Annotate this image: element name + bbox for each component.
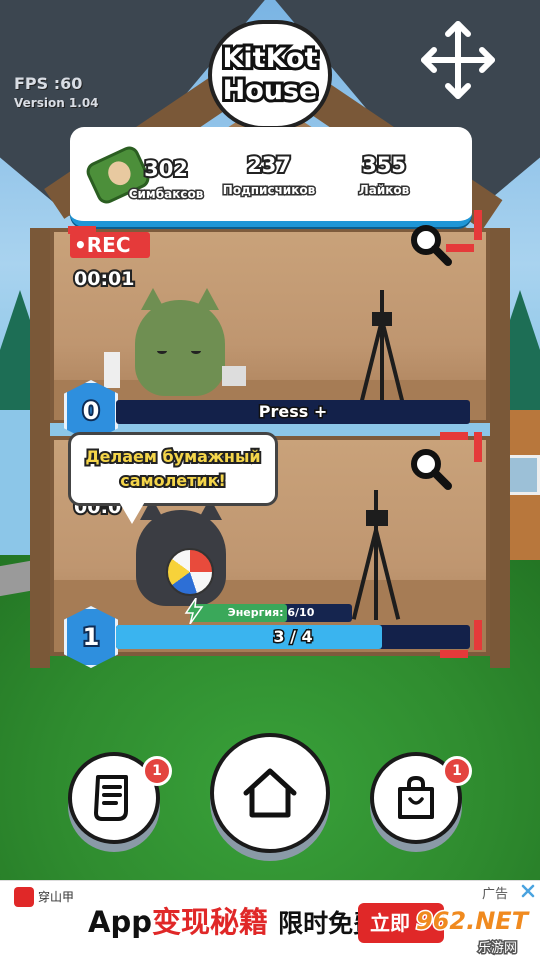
- speech-bubble-tail: [118, 500, 146, 524]
- energy-bar: Энергия: 6/10: [190, 604, 352, 622]
- lightning-icon: [184, 597, 204, 625]
- tripod-top: [359, 290, 405, 402]
- home-button[interactable]: [210, 733, 330, 853]
- subscribers-label: Подписчиков: [221, 182, 316, 199]
- tasks-badge: 1: [142, 756, 172, 786]
- room-progress-bar[interactable]: 3 / 4: [116, 625, 470, 649]
- paper-sheet: [104, 352, 120, 388]
- frame-corner: [474, 210, 482, 240]
- frame-corner: [474, 432, 482, 462]
- receipt-icon: [94, 775, 128, 821]
- ad-text-highlight: 变现秘籍: [151, 905, 268, 939]
- room-progress-bar[interactable]: Press +: [116, 400, 470, 424]
- watermark-logo: 962.NET: [414, 906, 529, 937]
- house-wall-left: [30, 228, 50, 668]
- tripod-bottom: [351, 490, 401, 620]
- ad-text-prefix: App: [88, 905, 152, 939]
- ad-banner[interactable]: 穿山甲 广告 App变现秘籍 限时免费 立即 962.NET 乐游网: [0, 880, 540, 960]
- frame-corner: [474, 620, 482, 650]
- energy-text: Энергия: 6/10: [227, 606, 315, 619]
- home-icon: [243, 768, 297, 818]
- watermark-text: 乐游网: [476, 940, 518, 958]
- progress-text: Press +: [257, 401, 329, 423]
- logo-line-2: House: [220, 72, 321, 109]
- subscribers-value: 237: [245, 151, 293, 179]
- ad-headline: App变现秘籍 限时免费: [88, 899, 378, 941]
- recording-timer: 00:01: [72, 266, 137, 292]
- ad-brand-logo: [14, 887, 34, 907]
- version-label: Version 1.04: [14, 96, 99, 110]
- house-wall-right: [490, 228, 510, 668]
- progress-text: 3 / 4: [272, 626, 314, 648]
- logo-line-1: KitKot: [220, 40, 321, 77]
- speech-bubble: Делаем бумажный самолетик!: [68, 432, 278, 506]
- simbucks-label: Симбаксов: [127, 186, 205, 203]
- close-icon[interactable]: [518, 881, 538, 901]
- cat-character-green[interactable]: [135, 288, 225, 396]
- shopping-bag-icon: [398, 775, 434, 819]
- ad-brand-text: 穿山甲: [38, 890, 75, 904]
- likes-label: Лайков: [357, 182, 410, 199]
- game-logo: KitKot House: [208, 20, 332, 130]
- frame-corner: [440, 432, 468, 440]
- speech-line-2: самолетик!: [118, 469, 228, 492]
- search-icon[interactable]: [408, 446, 452, 490]
- shop-badge: 1: [442, 756, 472, 786]
- ad-label: 广告: [482, 887, 509, 902]
- rec-indicator: •REC: [70, 232, 150, 258]
- likes-value: 355: [360, 151, 408, 179]
- fps-counter: FPS :60: [14, 74, 83, 93]
- cup-prop: [222, 366, 246, 386]
- stat-simbucks: 302 Симбаксов: [106, 155, 226, 203]
- move-camera-icon[interactable]: [418, 18, 498, 102]
- volleyball-prop: [166, 548, 214, 596]
- stat-subscribers: 237 Подписчиков: [209, 151, 329, 199]
- frame-corner: [440, 650, 468, 658]
- simbucks-value: 302: [142, 155, 190, 183]
- stats-panel: 302 Симбаксов 237 Подписчиков 355 Лайков: [70, 127, 472, 227]
- speech-line-1: Делаем бумажный: [83, 445, 262, 468]
- stat-likes: 355 Лайков: [324, 151, 444, 199]
- search-icon[interactable]: [408, 222, 452, 266]
